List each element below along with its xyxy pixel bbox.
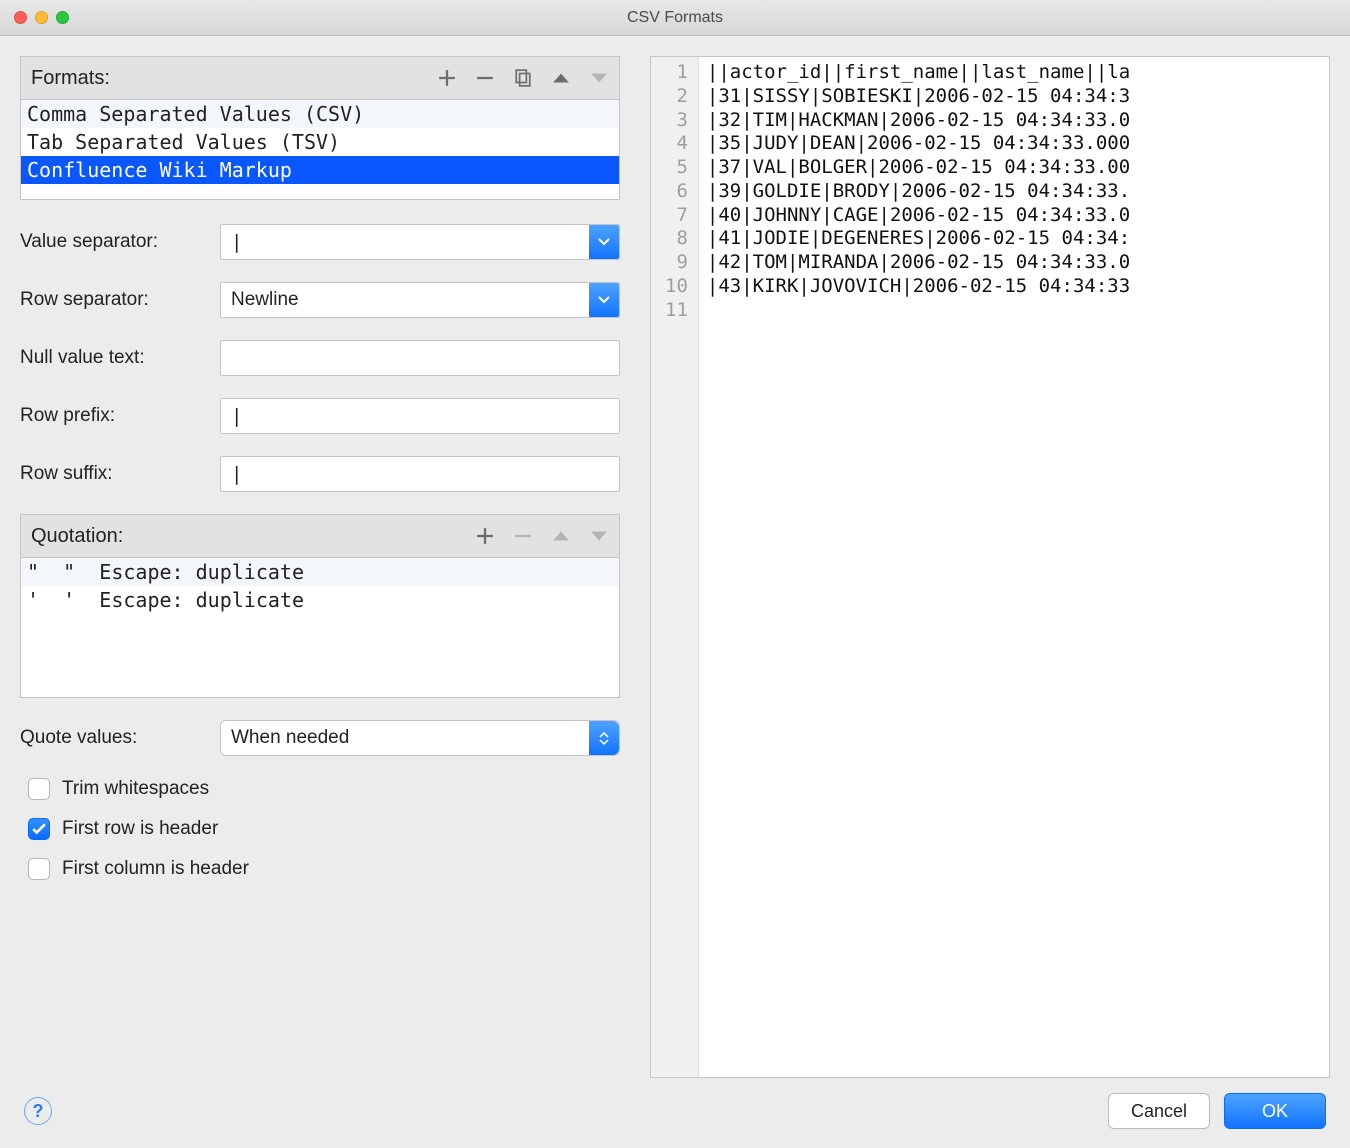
row-separator-label: Row separator: — [20, 289, 220, 311]
stepper-icon — [589, 721, 619, 755]
trim-whitespaces-checkbox[interactable]: Trim whitespaces — [28, 778, 620, 800]
formats-item-csv[interactable]: Comma Separated Values (CSV) — [21, 100, 619, 128]
triangle-down-icon — [590, 527, 608, 545]
quotation-row[interactable]: ' ' Escape: duplicate — [21, 586, 619, 614]
quotation-label: Quotation: — [31, 525, 123, 548]
preview-line: |41|JODIE|DEGENERES|2006-02-15 04:34: — [707, 227, 1130, 251]
cancel-button[interactable]: Cancel — [1108, 1093, 1210, 1129]
dialog-footer: ? Cancel OK — [0, 1088, 1350, 1148]
preview-line: |39|GOLDIE|BRODY|2006-02-15 04:34:33. — [707, 180, 1130, 204]
preview-line: |40|JOHNNY|CAGE|2006-02-15 04:34:33.0 — [707, 204, 1130, 228]
row-suffix-label: Row suffix: — [20, 463, 220, 485]
copy-icon — [514, 69, 532, 87]
quotation-moveup-button[interactable] — [551, 526, 571, 546]
row-separator-combo[interactable]: Newline — [220, 282, 620, 318]
preview-pane: 1234567891011 ||actor_id||first_name||la… — [650, 56, 1330, 1078]
chevron-down-icon — [589, 225, 619, 259]
checkbox-icon — [28, 858, 50, 880]
formats-item-confluence[interactable]: Confluence Wiki Markup — [21, 156, 619, 184]
quotation-remove-button[interactable] — [513, 526, 533, 546]
quote-values-select[interactable]: When needed — [220, 720, 620, 756]
formats-add-button[interactable] — [437, 68, 457, 88]
first-col-header-checkbox[interactable]: First column is header — [28, 858, 620, 880]
plus-icon — [438, 69, 456, 87]
null-value-text-label: Null value text: — [20, 347, 220, 369]
formats-item-tsv[interactable]: Tab Separated Values (TSV) — [21, 128, 619, 156]
minus-icon — [514, 527, 532, 545]
quote-values-value: When needed — [221, 727, 589, 749]
formats-label: Formats: — [31, 67, 110, 90]
plus-icon — [476, 527, 494, 545]
preview-line: |42|TOM|MIRANDA|2006-02-15 04:34:33.0 — [707, 251, 1130, 275]
trim-whitespaces-label: Trim whitespaces — [62, 778, 209, 800]
row-prefix-label: Row prefix: — [20, 405, 220, 427]
window-close-button[interactable] — [14, 11, 27, 24]
preview-line — [707, 299, 1130, 323]
window-controls — [0, 11, 69, 24]
first-row-header-label: First row is header — [62, 818, 218, 840]
preview-line: |43|KIRK|JOVOVICH|2006-02-15 04:34:33 — [707, 275, 1130, 299]
first-row-header-checkbox[interactable]: First row is header — [28, 818, 620, 840]
quotation-list[interactable]: " " Escape: duplicate ' ' Escape: duplic… — [20, 558, 620, 698]
settings-panel: Formats: Comma Separated — [20, 56, 620, 1078]
value-separator-value: | — [221, 231, 589, 253]
quotation-row[interactable]: " " Escape: duplicate — [21, 558, 619, 586]
null-value-text-input[interactable] — [220, 340, 620, 376]
formats-header: Formats: — [20, 56, 620, 100]
window-minimize-button[interactable] — [35, 11, 48, 24]
triangle-up-icon — [552, 69, 570, 87]
preview-line: |31|SISSY|SOBIESKI|2006-02-15 04:34:3 — [707, 85, 1130, 109]
quote-values-label: Quote values: — [20, 727, 220, 749]
preview-gutter: 1234567891011 — [651, 57, 699, 1077]
row-separator-value: Newline — [221, 289, 589, 311]
formats-list[interactable]: Comma Separated Values (CSV) Tab Separat… — [20, 100, 620, 200]
preview-line: |32|TIM|HACKMAN|2006-02-15 04:34:33.0 — [707, 109, 1130, 133]
checkbox-checked-icon — [28, 818, 50, 840]
first-col-header-label: First column is header — [62, 858, 249, 880]
window-title: CSV Formats — [0, 9, 1350, 27]
formats-copy-button[interactable] — [513, 68, 533, 88]
window-zoom-button[interactable] — [56, 11, 69, 24]
value-separator-label: Value separator: — [20, 231, 220, 253]
quotation-movedown-button[interactable] — [589, 526, 609, 546]
quotation-add-button[interactable] — [475, 526, 495, 546]
ok-button[interactable]: OK — [1224, 1093, 1326, 1129]
preview-line: ||actor_id||first_name||last_name||la — [707, 61, 1130, 85]
formats-remove-button[interactable] — [475, 68, 495, 88]
checkbox-icon — [28, 778, 50, 800]
row-suffix-input[interactable]: | — [220, 456, 620, 492]
preview-line: |37|VAL|BOLGER|2006-02-15 04:34:33.00 — [707, 156, 1130, 180]
chevron-down-icon — [589, 283, 619, 317]
formats-moveup-button[interactable] — [551, 68, 571, 88]
triangle-down-icon — [590, 69, 608, 87]
preview-code[interactable]: ||actor_id||first_name||last_name||la|31… — [699, 57, 1130, 1077]
titlebar: CSV Formats — [0, 0, 1350, 36]
triangle-up-icon — [552, 527, 570, 545]
help-button[interactable]: ? — [24, 1097, 52, 1125]
preview-line: |35|JUDY|DEAN|2006-02-15 04:34:33.000 — [707, 132, 1130, 156]
formats-movedown-button[interactable] — [589, 68, 609, 88]
minus-icon — [476, 69, 494, 87]
row-prefix-input[interactable]: | — [220, 398, 620, 434]
value-separator-combo[interactable]: | — [220, 224, 620, 260]
quotation-header: Quotation: — [20, 514, 620, 558]
